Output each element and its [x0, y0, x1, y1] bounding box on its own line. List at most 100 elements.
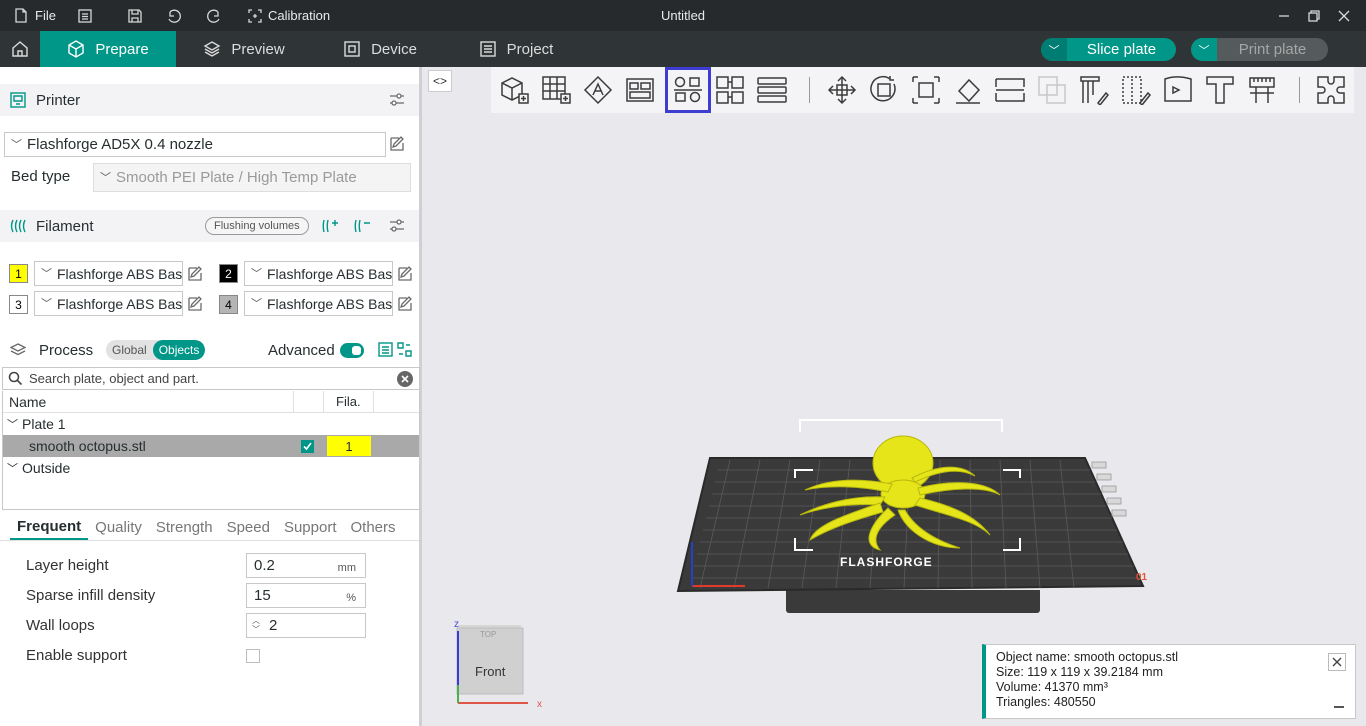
split-to-objects-tool[interactable]: [665, 67, 711, 113]
filament-slot-4-number[interactable]: 4: [219, 295, 238, 314]
measure-tool[interactable]: [1245, 73, 1279, 107]
tab-frequent[interactable]: Frequent: [10, 515, 89, 540]
save-button[interactable]: [122, 0, 148, 31]
col-name-header[interactable]: Name: [9, 394, 46, 410]
build-plate-view[interactable]: FLASHFORGE 01: [425, 113, 1366, 726]
home-tab[interactable]: [0, 31, 40, 67]
view-cube-front-label[interactable]: Front: [475, 664, 506, 679]
printer-select[interactable]: ﹀ Flashforge AD5X 0.4 nozzle: [4, 132, 386, 157]
assembly-tool[interactable]: [1314, 73, 1348, 107]
wall-loops-stepper[interactable]: ︿ ﹀ 2: [246, 613, 366, 638]
cut-tool[interactable]: [993, 73, 1027, 107]
filament-slot-1-number[interactable]: 1: [9, 264, 28, 283]
view-cube[interactable]: TOP Front z x: [440, 615, 550, 715]
redo-button[interactable]: [200, 0, 228, 31]
text-tool[interactable]: [1203, 73, 1237, 107]
tab-project[interactable]: Project: [448, 31, 584, 67]
layer-height-value: 0.2: [254, 557, 275, 574]
filament-settings-icon[interactable]: [389, 218, 405, 238]
stepper-arrows-icon[interactable]: ︿ ﹀: [252, 616, 260, 634]
print-dropdown[interactable]: ﹀: [1191, 38, 1217, 61]
printer-edit-icon[interactable]: [389, 136, 405, 152]
filament-slot-2-number[interactable]: 2: [219, 264, 238, 283]
filament-slot-3-number[interactable]: 3: [9, 295, 28, 314]
chevron-down-icon: ﹀: [1198, 44, 1210, 57]
auto-orient-tool[interactable]: [581, 73, 615, 107]
tab-preview[interactable]: Preview: [176, 31, 312, 67]
chevron-down-icon[interactable]: ﹀: [7, 460, 18, 476]
clear-search-icon[interactable]: [397, 371, 413, 387]
filament-slot-2-select[interactable]: ﹀ Flashforge ABS Basic: [244, 261, 393, 286]
print-plate-button[interactable]: ﹀ Print plate: [1191, 38, 1328, 61]
mesh-boolean-tool[interactable]: [1035, 73, 1069, 107]
chevron-down-icon[interactable]: ﹀: [7, 416, 18, 432]
tree-row-outside[interactable]: ﹀ Outside: [3, 457, 419, 479]
layers-tool[interactable]: [755, 73, 789, 107]
lay-on-face-tool[interactable]: [951, 73, 985, 107]
wall-loops-label: Wall loops: [26, 617, 95, 634]
process-compare-icon[interactable]: [397, 342, 412, 361]
split-to-parts-tool[interactable]: [713, 73, 747, 107]
file-icon: [15, 8, 27, 23]
rotate-tool[interactable]: [867, 73, 901, 107]
tree-row-object[interactable]: smooth octopus.stl 1: [3, 435, 419, 457]
layer-height-input[interactable]: 0.2 mm: [246, 553, 366, 578]
remove-filament-icon[interactable]: [354, 218, 370, 238]
tab-others[interactable]: Others: [344, 515, 403, 540]
device-icon: [344, 41, 360, 57]
tab-prepare[interactable]: Prepare: [40, 31, 176, 67]
calibration-menu[interactable]: Calibration: [242, 0, 336, 31]
object-visible-checkbox[interactable]: [301, 440, 314, 453]
fuzzy-skin-tool[interactable]: [1161, 73, 1195, 107]
seam-paint-tool[interactable]: [1119, 73, 1153, 107]
bed-type-select[interactable]: ﹀ Smooth PEI Plate / High Temp Plate: [93, 163, 411, 192]
move-tool[interactable]: [825, 73, 859, 107]
close-button[interactable]: [1326, 0, 1362, 31]
add-object-tool[interactable]: [497, 73, 531, 107]
add-cube-icon: [501, 77, 529, 104]
filament-slot-4-edit-icon[interactable]: [397, 296, 413, 312]
tab-quality[interactable]: Quality: [88, 515, 149, 540]
filament-slot-1-edit-icon[interactable]: [187, 266, 203, 282]
scale-tool[interactable]: [909, 73, 943, 107]
add-filament-icon[interactable]: [322, 218, 338, 238]
info-close-icon[interactable]: [1328, 653, 1346, 671]
search-input[interactable]: Search plate, object and part.: [29, 371, 199, 386]
advanced-toggle[interactable]: [340, 343, 364, 358]
boolean-icon: [1038, 76, 1066, 104]
file-menu[interactable]: File: [8, 0, 62, 31]
arrange-tool[interactable]: [623, 73, 657, 107]
tab-device[interactable]: Device: [312, 31, 448, 67]
infill-density-input[interactable]: 15 %: [246, 583, 366, 608]
calibration-icon: [248, 8, 262, 23]
tab-strength[interactable]: Strength: [149, 515, 220, 540]
flushing-volumes-button[interactable]: Flushing volumes: [205, 217, 309, 235]
enable-support-checkbox[interactable]: [246, 649, 260, 663]
col-fila-header[interactable]: Fila.: [336, 394, 361, 409]
printer-settings-icon[interactable]: [389, 92, 405, 112]
filament-slot-1-select[interactable]: ﹀ Flashforge ABS Basic: [34, 261, 183, 286]
home-icon: [12, 41, 28, 57]
filament-slot-4-select[interactable]: ﹀ Flashforge ABS Basic: [244, 291, 393, 316]
object-search-bar[interactable]: Search plate, object and part.: [2, 367, 420, 390]
global-option[interactable]: Global: [106, 340, 153, 360]
objects-option[interactable]: Objects: [152, 340, 206, 360]
filament-slot-3-select[interactable]: ﹀ Flashforge ABS Basic: [34, 291, 183, 316]
process-scope-toggle[interactable]: Global Objects: [106, 340, 206, 360]
seam-paint-icon: [1122, 76, 1151, 105]
process-list-icon[interactable]: [378, 342, 393, 361]
slice-plate-button[interactable]: ﹀ Slice plate: [1041, 38, 1176, 61]
collapse-sidebar-button[interactable]: <>: [428, 70, 452, 92]
filament-slot-3-edit-icon[interactable]: [187, 296, 203, 312]
object-filament-selector[interactable]: 1: [327, 436, 371, 456]
tab-support[interactable]: Support: [277, 515, 344, 540]
undo-button[interactable]: [160, 0, 188, 31]
menu-button[interactable]: [72, 0, 98, 31]
filament-slot-2-edit-icon[interactable]: [397, 266, 413, 282]
support-paint-tool[interactable]: [1077, 73, 1111, 107]
tree-row-plate[interactable]: ﹀ Plate 1: [3, 413, 419, 435]
tab-speed[interactable]: Speed: [220, 515, 277, 540]
slice-dropdown[interactable]: ﹀: [1041, 38, 1067, 61]
add-plate-tool[interactable]: [539, 73, 573, 107]
info-collapse-icon[interactable]: [1334, 706, 1344, 708]
